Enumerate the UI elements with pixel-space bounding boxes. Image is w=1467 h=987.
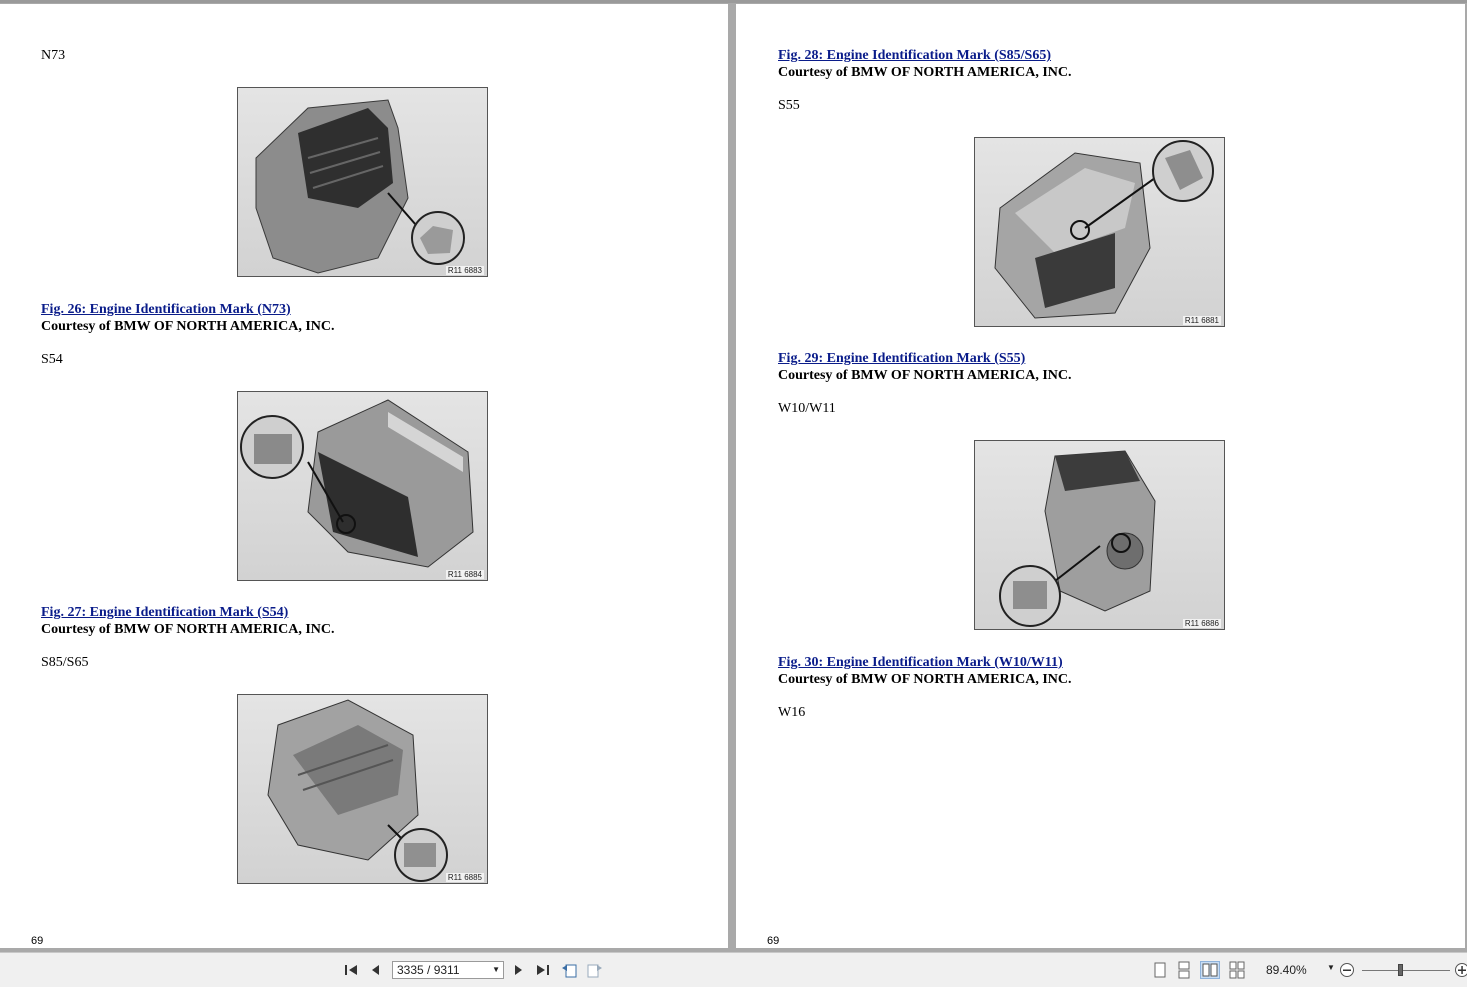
image-code: R11 6884	[446, 570, 484, 579]
page-dropdown-icon[interactable]: ▼	[492, 962, 500, 978]
image-code: R11 6883	[446, 266, 484, 275]
engine-label-w16: W16	[778, 705, 805, 721]
engine-label-s54: S54	[41, 352, 63, 368]
zoom-out-icon[interactable]	[1338, 961, 1356, 979]
page-number-input[interactable]: 3335 / 9311 ▼	[392, 961, 504, 979]
credit-text: Courtesy of BMW OF NORTH AMERICA, INC.	[41, 622, 335, 638]
caption-block-fig30: Fig. 30: Engine Identification Mark (W10…	[778, 655, 1072, 688]
navigation-toolbar: 3335 / 9311 ▼ 89.40% ▼	[0, 952, 1467, 987]
single-page-icon[interactable]	[1150, 961, 1170, 979]
engine-label-w10-w11: W10/W11	[778, 401, 836, 417]
caption-block-fig26: Fig. 26: Engine Identification Mark (N73…	[41, 302, 335, 335]
credit-text: Courtesy of BMW OF NORTH AMERICA, INC.	[778, 368, 1072, 384]
next-page-icon[interactable]	[509, 961, 527, 979]
credit-text: Courtesy of BMW OF NORTH AMERICA, INC.	[41, 319, 335, 335]
last-page-icon[interactable]	[534, 961, 552, 979]
credit-text: Courtesy of BMW OF NORTH AMERICA, INC.	[778, 65, 1072, 81]
next-view-icon[interactable]	[586, 961, 604, 979]
top-border	[0, 0, 1467, 3]
engine-image-n73: R11 6883	[237, 87, 488, 277]
left-page: N73 R11 6883 Fig. 26: Engine Identificat…	[0, 4, 728, 948]
figure-link-fig26[interactable]: Fig. 26: Engine Identification Mark (N73…	[41, 302, 335, 318]
zoom-dropdown-icon[interactable]: ▼	[1327, 963, 1335, 972]
engine-image-w10-w11: R11 6886	[974, 440, 1225, 630]
image-code: R11 6885	[446, 873, 484, 882]
image-code: R11 6886	[1183, 619, 1221, 628]
zoom-in-icon[interactable]	[1453, 961, 1467, 979]
continuous-facing-icon[interactable]	[1227, 961, 1247, 979]
engine-image-s55: R11 6881	[974, 137, 1225, 327]
figure-link-fig27[interactable]: Fig. 27: Engine Identification Mark (S54…	[41, 605, 335, 621]
engine-label-n73: N73	[41, 48, 65, 64]
first-page-icon[interactable]	[342, 961, 360, 979]
previous-page-icon[interactable]	[366, 961, 384, 979]
zoom-slider-thumb[interactable]	[1398, 964, 1403, 976]
figure-link-fig30[interactable]: Fig. 30: Engine Identification Mark (W10…	[778, 655, 1072, 671]
figure-link-fig29[interactable]: Fig. 29: Engine Identification Mark (S55…	[778, 351, 1072, 367]
image-code: R11 6881	[1183, 316, 1221, 325]
zoom-slider-track[interactable]	[1362, 970, 1450, 971]
figure-link-fig28[interactable]: Fig. 28: Engine Identification Mark (S85…	[778, 48, 1072, 64]
page-number: 69	[31, 935, 43, 947]
caption-block-fig28: Fig. 28: Engine Identification Mark (S85…	[778, 48, 1072, 81]
credit-text: Courtesy of BMW OF NORTH AMERICA, INC.	[778, 672, 1072, 688]
engine-label-s85-s65: S85/S65	[41, 655, 88, 671]
engine-image-s85-s65: R11 6885	[237, 694, 488, 884]
right-page: Fig. 28: Engine Identification Mark (S85…	[736, 4, 1465, 948]
facing-icon[interactable]	[1200, 961, 1220, 979]
caption-block-fig27: Fig. 27: Engine Identification Mark (S54…	[41, 605, 335, 638]
engine-image-s54: R11 6884	[237, 391, 488, 581]
engine-label-s55: S55	[778, 98, 800, 114]
previous-view-icon[interactable]	[560, 961, 578, 979]
zoom-level: 89.40%	[1266, 963, 1307, 977]
continuous-icon[interactable]	[1174, 961, 1194, 979]
page-number: 69	[767, 935, 779, 947]
page-indicator: 3335 / 9311	[397, 963, 460, 977]
caption-block-fig29: Fig. 29: Engine Identification Mark (S55…	[778, 351, 1072, 384]
